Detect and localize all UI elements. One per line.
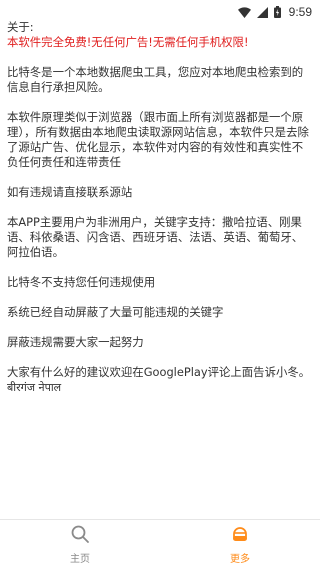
about-paragraph-disclaimer: 比特冬是一个本地数据爬虫工具，您应对本地爬虫检索到的信息自行承担风险。 [7,65,304,94]
about-paragraph-blocked: 系统已经自动屏蔽了大量可能违规的关键字 [7,305,224,319]
wifi-icon [237,6,251,18]
nav-item-home[interactable]: 主页 [0,520,160,569]
nav-item-home-label: 主页 [70,554,90,565]
nav-item-more[interactable]: 更多 [160,520,320,569]
signal-icon [256,6,268,18]
nav-item-more-label: 更多 [230,554,250,565]
about-paragraph-principle: 本软件原理类似于浏览器（跟市面上所有浏览器都是一个原理），所有数据由本地爬虫读取… [7,110,309,169]
status-time: 9:59 [288,5,312,19]
signature: बीरगंज नेपाल [7,381,62,394]
battery-icon [273,6,281,18]
bottom-nav: 主页 更多 [0,519,320,569]
search-icon [70,524,90,547]
about-paragraph-no-violation: 比特冬不支持您任何违规使用 [7,275,156,289]
free-notice: 本软件完全免费!无任何广告!无需任何手机权限! [7,35,249,49]
about-paragraph-contact: 如有违规请直接联系源站 [7,185,133,199]
more-profile-icon [230,524,250,547]
about-paragraph-feedback: 大家有什么好的建议欢迎在GooglePlay评论上面告诉小冬。 [7,365,311,379]
about-paragraph-together: 屏蔽违规需要大家一起努力 [7,335,144,349]
about-paragraph-languages: 本APP主要用户为非洲用户，关键字支持：撒哈拉语、刚果语、科依桑语、闪含语、西班… [7,215,304,259]
about-title: 关于: [7,20,34,34]
about-content: 关于: 本软件完全免费!无任何广告!无需任何手机权限! 比特冬是一个本地数据爬虫… [7,20,312,395]
